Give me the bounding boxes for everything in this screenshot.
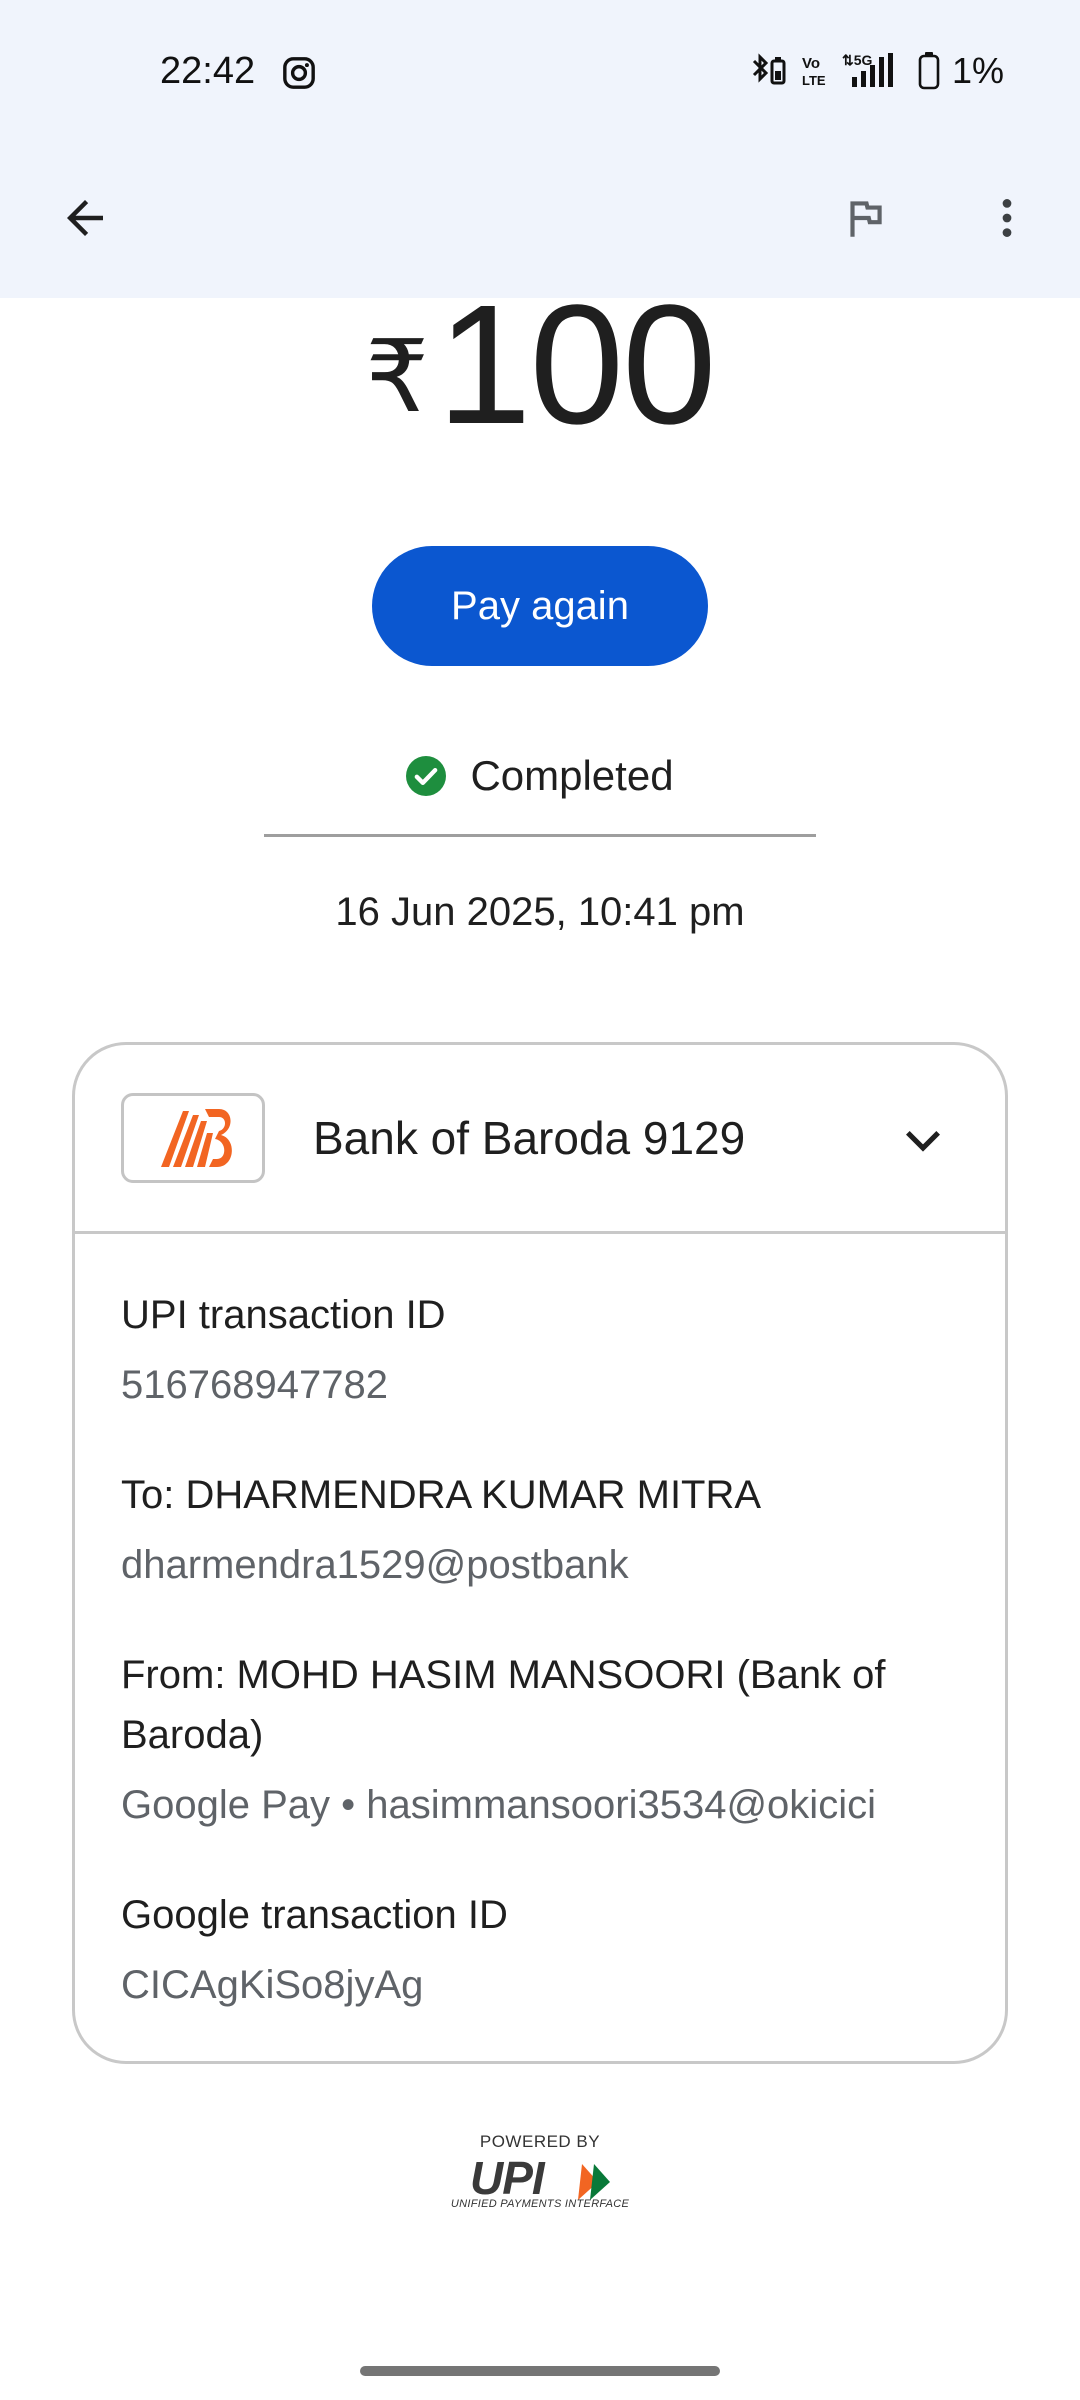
report-button[interactable]	[820, 173, 910, 263]
svg-text:LTE: LTE	[802, 73, 826, 88]
detail-value: dharmendra1529@postbank	[121, 1543, 629, 1587]
status-time: 22:42	[160, 50, 256, 92]
flag-icon	[850, 201, 882, 237]
detail-label: To: DHARMENDRA KUMAR MITRA	[121, 1473, 762, 1517]
transaction-datetime: 16 Jun 2025, 10:41 pm	[335, 890, 745, 934]
transaction-amount: ₹ 100	[0, 280, 1080, 450]
volte-icon: Vo LTE	[802, 55, 826, 88]
5g-signal-icon: ⇅5G	[842, 52, 893, 87]
pay-again-button[interactable]: Pay again	[372, 546, 708, 666]
transaction-details-card: Bank of Baroda 9129 UPI transaction ID 5…	[72, 1042, 1008, 2064]
bank-logo	[121, 1093, 265, 1183]
back-button[interactable]	[40, 173, 130, 263]
google-transaction-id-section: Google transaction ID CICAgKiSo8jyAg	[121, 1885, 981, 2015]
detail-value: CICAgKiSo8jyAg	[121, 1963, 424, 2007]
detail-label: Google transaction ID	[121, 1893, 508, 1937]
status-icons: Vo LTE ⇅5G 1%	[750, 50, 1004, 92]
amount-value: 100	[436, 270, 717, 460]
screen: 22:42 Vo LTE ⇅5G 1% ₹ 100 Pay again Comp…	[0, 0, 1080, 2400]
transaction-status: Completed	[0, 752, 1080, 800]
bank-of-baroda-logo-icon	[161, 1109, 232, 1167]
battery-icon	[918, 52, 940, 90]
chevron-down-icon[interactable]	[895, 1113, 951, 1169]
upi-logo-text: UPI	[470, 2152, 546, 2204]
payee-section: To: DHARMENDRA KUMAR MITRA dharmendra152…	[121, 1465, 981, 1595]
detail-value: 516768947782	[121, 1363, 388, 1407]
currency-symbol: ₹	[365, 321, 429, 433]
bluetooth-battery-icon	[752, 53, 786, 85]
svg-text:Vo: Vo	[802, 55, 820, 72]
back-arrow-icon	[67, 200, 103, 236]
check-circle-icon	[406, 756, 447, 796]
detail-label: From: MOHD HASIM MANSOORI (Bank of Barod…	[121, 1653, 886, 1757]
instagram-icon	[283, 57, 315, 89]
battery-percent: 1%	[951, 50, 1004, 91]
status-divider	[264, 834, 816, 837]
detail-label: UPI transaction ID	[121, 1293, 446, 1337]
status-bar: 22:42 Vo LTE ⇅5G 1%	[0, 0, 1080, 145]
bank-account-row[interactable]: Bank of Baroda 9129	[75, 1045, 1005, 1234]
powered-by-text: POWERED BY	[479, 2132, 601, 2151]
more-options-button[interactable]	[962, 173, 1052, 263]
svg-text:⇅5G: ⇅5G	[842, 52, 873, 68]
home-indicator[interactable]	[360, 2366, 720, 2376]
more-vert-icon	[1002, 199, 1012, 237]
detail-value: Google Pay • hasimmansoori3534@okicici	[121, 1783, 876, 1827]
payer-section: From: MOHD HASIM MANSOORI (Bank of Barod…	[121, 1645, 981, 1835]
top-area: 22:42 Vo LTE ⇅5G 1%	[0, 0, 1080, 298]
upi-subtext: UNIFIED PAYMENTS INTERFACE	[450, 2198, 630, 2210]
bank-name: Bank of Baroda 9129	[313, 1112, 746, 1164]
status-text: Completed	[470, 752, 674, 799]
upi-transaction-id-section: UPI transaction ID 516768947782	[121, 1285, 981, 1415]
